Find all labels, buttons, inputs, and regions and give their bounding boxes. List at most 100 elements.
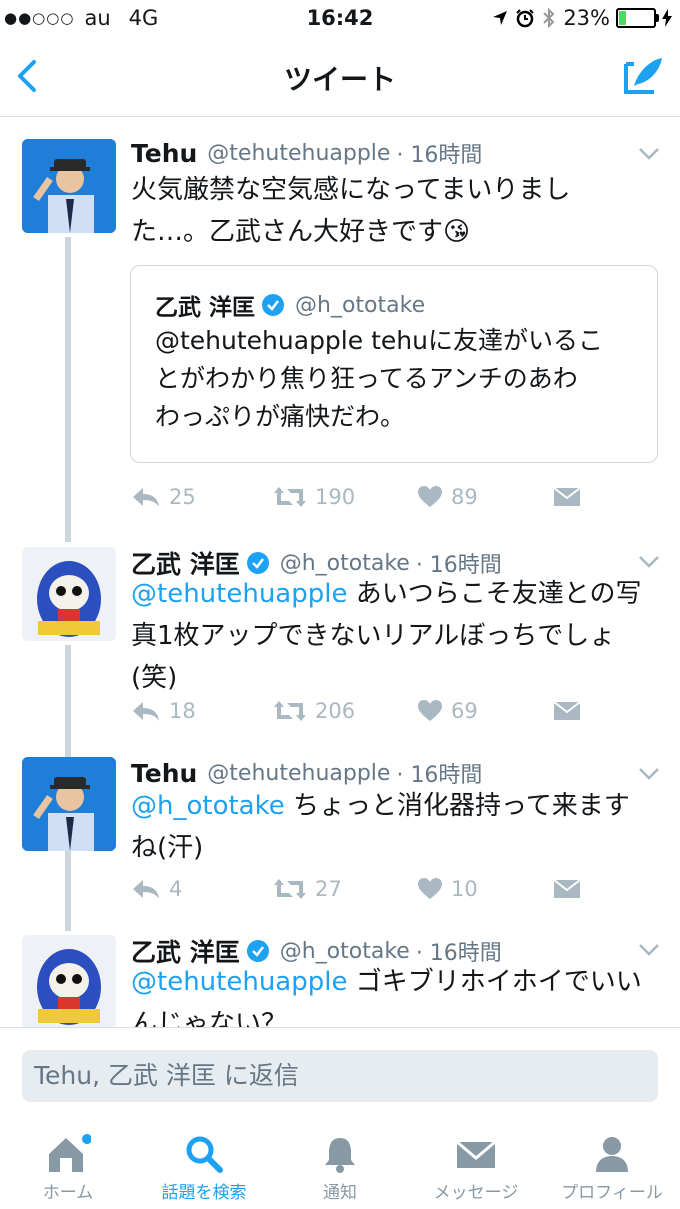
page-title: ツイート xyxy=(283,63,396,96)
tweet-text-line: んじゃない？ xyxy=(131,1009,288,1027)
bluetooth-icon xyxy=(543,7,555,29)
reply-action[interactable]: 4 xyxy=(131,877,182,901)
retweet-count: 206 xyxy=(315,699,356,723)
author-name[interactable]: Tehu xyxy=(131,759,197,788)
mention-link[interactable]: @tehutehuapple xyxy=(131,967,347,997)
search-icon xyxy=(186,1136,223,1173)
battery-icon xyxy=(616,8,659,28)
reply-icon xyxy=(133,702,159,721)
retweet-count: 27 xyxy=(315,877,342,901)
tab-notifications[interactable]: 通知 xyxy=(272,1120,408,1209)
envelope-icon xyxy=(553,487,581,506)
direct-message-action[interactable] xyxy=(553,699,581,721)
like-count: 10 xyxy=(451,877,478,901)
quote-author-handle: @h_ototake xyxy=(295,292,426,318)
reply-action[interactable]: 25 xyxy=(131,485,196,509)
tweet-thread: Tehu @tehutehuapple · 16時間 火気厳禁な空気感になってま… xyxy=(0,117,680,1027)
like-action[interactable]: 69 xyxy=(417,699,478,723)
author-handle: @tehutehuapple xyxy=(207,140,391,166)
retweet-action[interactable]: 27 xyxy=(273,877,342,901)
author-name[interactable]: Tehu xyxy=(131,139,197,168)
retweet-action[interactable]: 206 xyxy=(273,699,355,723)
compose-tweet-icon[interactable] xyxy=(620,54,666,98)
tab-home[interactable]: ホーム xyxy=(0,1120,136,1209)
tab-label: メッセージ xyxy=(433,1183,519,1203)
heart-icon xyxy=(418,486,442,507)
author-handle: @h_ototake xyxy=(279,550,410,576)
quote-text-line: @tehutehuapple tehuに友達がいるこ xyxy=(155,326,603,355)
retweet-action[interactable]: 190 xyxy=(273,485,355,509)
like-action[interactable]: 89 xyxy=(417,485,478,509)
envelope-icon xyxy=(553,701,581,720)
tab-messages[interactable]: メッセージ xyxy=(408,1120,544,1209)
tweet-actions: 4 27 10 xyxy=(131,877,651,907)
retweet-icon xyxy=(274,701,306,721)
chevron-down-icon[interactable] xyxy=(638,555,660,569)
tweet-text: @h_ototake ちょっと消化器持って来ます ね(汗) xyxy=(131,785,651,869)
retweet-count: 190 xyxy=(315,485,356,509)
tweet-text: 火気厳禁な空気感になってまいりまし た…。乙武さん大好きです😘 xyxy=(131,169,651,253)
thread-connector xyxy=(65,855,71,931)
status-bar: ●●○○○ au 4G 16:42 23% xyxy=(0,0,680,38)
navigation-bar: ツイート xyxy=(0,38,680,117)
tweet-text-line: ちょっと消化器持って来ます xyxy=(293,791,630,821)
reply-bar: Tehu, 乙武 洋匡 に返信 xyxy=(0,1027,680,1121)
person-icon xyxy=(596,1137,628,1172)
quote-author-name: 乙武 洋匡 xyxy=(155,295,256,321)
tab-label: ホーム xyxy=(42,1183,94,1203)
tweet-text-line: 真1枚アップできないリアルぼっちでしょ xyxy=(131,621,616,651)
reply-action[interactable]: 18 xyxy=(131,699,196,723)
tweet-actions: 25 190 89 xyxy=(131,485,651,515)
avatar-tehu[interactable] xyxy=(22,139,116,233)
tweet-text-line: 火気厳禁な空気感になってまいりまし xyxy=(131,175,571,205)
envelope-icon xyxy=(456,1140,496,1168)
alarm-clock-icon xyxy=(516,9,535,28)
tab-profile[interactable]: プロフィール xyxy=(544,1120,680,1209)
quote-text-line: わっぷりが痛快だわ。 xyxy=(155,402,406,431)
verified-badge-icon xyxy=(246,552,269,574)
location-arrow-icon xyxy=(493,11,508,25)
bell-icon xyxy=(325,1138,355,1173)
quote-text: @tehutehuapple tehuに友達がいるこ とがわかり焦り狂ってるアン… xyxy=(155,322,635,436)
reply-count: 18 xyxy=(169,699,196,723)
reply-count: 25 xyxy=(169,485,196,509)
tweet-text-line: (笑) xyxy=(131,663,178,693)
chevron-down-icon[interactable] xyxy=(638,943,660,957)
verified-badge-icon xyxy=(246,940,269,962)
mention-link[interactable]: @h_ototake xyxy=(131,791,285,821)
heart-icon xyxy=(418,878,442,899)
tweet-text-line: ゴキブリホイホイでいい xyxy=(355,967,642,997)
tweet-actions: 18 206 69 xyxy=(131,699,651,729)
tweet-text-line: あいつらこそ友達との写 xyxy=(355,579,642,609)
status-right: 23% xyxy=(491,6,672,30)
like-count: 89 xyxy=(451,485,478,509)
retweet-icon xyxy=(274,879,306,899)
tweet-text: @tehutehuapple あいつらこそ友達との写 真1枚アップできないリアル… xyxy=(131,573,651,699)
avatar-ototake[interactable] xyxy=(22,935,116,1027)
verified-badge-icon xyxy=(262,294,285,316)
envelope-icon xyxy=(553,879,581,898)
like-action[interactable]: 10 xyxy=(417,877,478,901)
reply-input[interactable]: Tehu, 乙武 洋匡 に返信 xyxy=(22,1050,658,1102)
quoted-tweet[interactable]: 乙武 洋匡 @h_ototake @tehutehuapple tehuに友達が… xyxy=(130,265,658,463)
tweet-header: Tehu @tehutehuapple · 16時間 xyxy=(131,137,482,169)
reply-icon xyxy=(133,488,159,507)
like-count: 69 xyxy=(451,699,478,723)
tab-search[interactable]: 話題を検索 xyxy=(136,1120,272,1209)
charging-bolt-icon xyxy=(662,9,672,27)
quote-text-line: とがわかり焦り狂ってるアンチのあわ xyxy=(155,364,578,393)
avatar-ototake[interactable] xyxy=(22,547,116,641)
chevron-down-icon[interactable] xyxy=(638,767,660,781)
reply-icon xyxy=(133,880,159,899)
tweet-text-line: ね(汗) xyxy=(131,833,204,863)
mention-link[interactable]: @tehutehuapple xyxy=(131,579,347,609)
chevron-down-icon[interactable] xyxy=(638,147,660,161)
thread-connector xyxy=(65,237,71,542)
author-handle: @tehutehuapple xyxy=(207,760,391,786)
tab-label: 話題を検索 xyxy=(161,1183,247,1203)
tab-label: プロフィール xyxy=(561,1183,663,1203)
avatar-tehu[interactable] xyxy=(22,757,116,851)
battery-percent: 23% xyxy=(563,6,610,30)
direct-message-action[interactable] xyxy=(553,877,581,899)
direct-message-action[interactable] xyxy=(553,485,581,507)
